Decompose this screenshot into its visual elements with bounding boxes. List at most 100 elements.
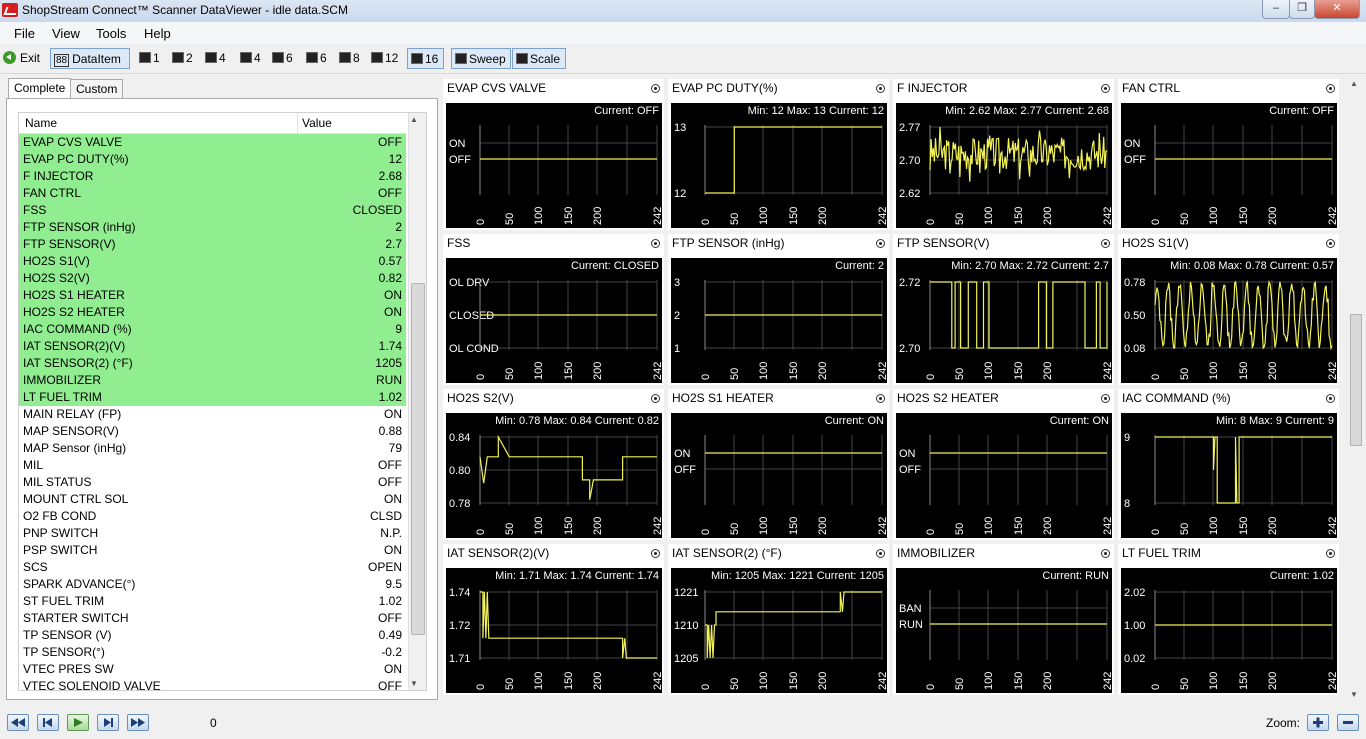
layout-2-button[interactable]: 2	[172, 48, 193, 69]
layout-4-button[interactable]: 4	[205, 48, 226, 69]
zoom-out-button[interactable]	[1337, 714, 1359, 731]
scroll-down-icon[interactable]: ▼	[1350, 690, 1358, 699]
maximize-button[interactable]: ❐	[1289, 0, 1315, 19]
chart-options-icon[interactable]	[1101, 549, 1110, 558]
rewind-button[interactable]	[7, 714, 29, 731]
scale-button[interactable]: Scale	[512, 48, 566, 69]
chart-panel[interactable]: FAN CTRL Current: OFF ON OFF 0 50 100 150 200 242	[1118, 79, 1339, 230]
layout-6b-button[interactable]: 6	[306, 48, 327, 69]
list-item[interactable]: STARTER SWITCH OFF	[19, 610, 406, 627]
chart-panel[interactable]: HO2S S2 HEATER Current: ON ON OFF 0 50 100 150 2…	[893, 389, 1114, 540]
chart-panel[interactable]: FTP SENSOR (inHg) Current: 2 3 2 1 0 50 100 150 2…	[668, 234, 889, 385]
chart-options-icon[interactable]	[1326, 394, 1335, 403]
chart-panel[interactable]: EVAP PC DUTY(%) Min: 12 Max: 13 Current: …	[668, 79, 889, 230]
tab-complete[interactable]: Complete	[8, 78, 72, 100]
list-item[interactable]: EVAP CVS VALVE OFF	[19, 134, 406, 151]
chart-panel[interactable]: EVAP CVS VALVE Current: OFF ON OFF 0 50 100 150…	[443, 79, 664, 230]
chart-panel[interactable]: LT FUEL TRIM Current: 1.02 2.02 1.00 0.02 0 50…	[1118, 544, 1339, 695]
chart-panel[interactable]: FSS Current: CLOSED OL DRV CLOSED OL COND 0 50…	[443, 234, 664, 385]
list-item[interactable]: SPARK ADVANCE(°) 9.5	[19, 576, 406, 593]
minimize-button[interactable]: –	[1262, 0, 1290, 19]
list-item[interactable]: MAIN RELAY (FP) ON	[19, 406, 406, 423]
list-item[interactable]: HO2S S2 HEATER ON	[19, 304, 406, 321]
chart-options-icon[interactable]	[651, 239, 660, 248]
menu-file[interactable]: File	[14, 26, 35, 41]
list-item[interactable]: IAT SENSOR(2)(V) 1.74	[19, 338, 406, 355]
layout-4b-button[interactable]: 4	[240, 48, 261, 69]
list-item[interactable]: MAP SENSOR(V) 0.88	[19, 423, 406, 440]
chart-panel[interactable]: HO2S S1 HEATER Current: ON ON OFF 0 50 100 150 2…	[668, 389, 889, 540]
list-item[interactable]: TP SENSOR (V) 0.49	[19, 627, 406, 644]
list-item[interactable]: MIL STATUS OFF	[19, 474, 406, 491]
step-back-button[interactable]	[37, 714, 59, 731]
chart-options-icon[interactable]	[651, 549, 660, 558]
list-item[interactable]: FAN CTRL OFF	[19, 185, 406, 202]
layout-6-button[interactable]: 6	[272, 48, 293, 69]
list-item[interactable]: MOUNT CTRL SOL ON	[19, 491, 406, 508]
chart-options-icon[interactable]	[876, 239, 885, 248]
sweep-button[interactable]: Sweep	[451, 48, 511, 69]
list-item[interactable]: FTP SENSOR (inHg) 2	[19, 219, 406, 236]
list-item[interactable]: IAT SENSOR(2) (°F) 1205	[19, 355, 406, 372]
list-item[interactable]: FTP SENSOR(V) 2.7	[19, 236, 406, 253]
list-item[interactable]: IAC COMMAND (%) 9	[19, 321, 406, 338]
column-value-header[interactable]: Value	[297, 113, 332, 133]
column-name-header[interactable]: Name	[25, 116, 57, 130]
chart-scroll-thumb[interactable]	[1350, 314, 1362, 446]
layout-8-button[interactable]: 8	[339, 48, 360, 69]
layout-12-button[interactable]: 12	[371, 48, 398, 69]
exit-button[interactable]: Exit	[3, 48, 40, 69]
chart-options-icon[interactable]	[876, 84, 885, 93]
chart-panel[interactable]: HO2S S1(V) Min: 0.08 Max: 0.78 Current: 0…	[1118, 234, 1339, 385]
chart-scrollbar[interactable]: ▲ ▼	[1348, 79, 1363, 699]
play-button[interactable]	[67, 714, 89, 731]
list-item[interactable]: FSS CLOSED	[19, 202, 406, 219]
chart-options-icon[interactable]	[1101, 239, 1110, 248]
list-item[interactable]: HO2S S2(V) 0.82	[19, 270, 406, 287]
list-item[interactable]: HO2S S1(V) 0.57	[19, 253, 406, 270]
chart-options-icon[interactable]	[876, 549, 885, 558]
list-item[interactable]: ST FUEL TRIM 1.02	[19, 593, 406, 610]
close-button[interactable]: ✕	[1314, 0, 1360, 19]
list-item[interactable]: MIL OFF	[19, 457, 406, 474]
list-item[interactable]: F INJECTOR 2.68	[19, 168, 406, 185]
list-scrollbar[interactable]: ▲ ▼	[408, 113, 426, 690]
list-item[interactable]: TP SENSOR(°) -0.2	[19, 644, 406, 661]
dataitem-button[interactable]: 88 DataItem	[50, 48, 130, 69]
zoom-in-button[interactable]	[1307, 714, 1329, 731]
step-forward-button[interactable]	[97, 714, 119, 731]
list-item[interactable]: LT FUEL TRIM 1.02	[19, 389, 406, 406]
menu-help[interactable]: Help	[144, 26, 171, 41]
chart-options-icon[interactable]	[1326, 549, 1335, 558]
menu-tools[interactable]: Tools	[96, 26, 126, 41]
scroll-down-icon[interactable]: ▼	[410, 679, 418, 688]
chart-options-icon[interactable]	[651, 84, 660, 93]
list-item[interactable]: MAP Sensor (inHg) 79	[19, 440, 406, 457]
chart-panel[interactable]: F INJECTOR Min: 2.62 Max: 2.77 Current: 2…	[893, 79, 1114, 230]
chart-options-icon[interactable]	[1101, 394, 1110, 403]
chart-panel[interactable]: IAT SENSOR(2)(V) Min: 1.71 Max: 1.74 Curr…	[443, 544, 664, 695]
list-item[interactable]: IMMOBILIZER RUN	[19, 372, 406, 389]
menu-view[interactable]: View	[52, 26, 80, 41]
scroll-up-icon[interactable]: ▲	[1350, 79, 1358, 88]
chart-panel[interactable]: IMMOBILIZER Current: RUN BAN RUN 0 50 100 150 20…	[893, 544, 1114, 695]
chart-options-icon[interactable]	[651, 394, 660, 403]
list-item[interactable]: VTEC SOLENOID VALVE OFF	[19, 678, 406, 690]
chart-panel[interactable]: FTP SENSOR(V) Min: 2.70 Max: 2.72 Current…	[893, 234, 1114, 385]
tab-custom[interactable]: Custom	[70, 79, 124, 99]
chart-options-icon[interactable]	[876, 394, 885, 403]
list-scroll-thumb[interactable]	[411, 283, 425, 635]
layout-16-button[interactable]: 16	[407, 48, 444, 69]
list-item[interactable]: PSP SWITCH ON	[19, 542, 406, 559]
list-item[interactable]: EVAP PC DUTY(%) 12	[19, 151, 406, 168]
layout-1-button[interactable]: 1	[139, 48, 160, 69]
scroll-up-icon[interactable]: ▲	[410, 115, 418, 124]
list-item[interactable]: HO2S S1 HEATER ON	[19, 287, 406, 304]
chart-options-icon[interactable]	[1101, 84, 1110, 93]
chart-options-icon[interactable]	[1326, 239, 1335, 248]
fast-forward-button[interactable]	[127, 714, 149, 731]
list-item[interactable]: O2 FB COND CLSD	[19, 508, 406, 525]
list-item[interactable]: SCS OPEN	[19, 559, 406, 576]
list-item[interactable]: PNP SWITCH N.P.	[19, 525, 406, 542]
chart-panel[interactable]: IAC COMMAND (%) Min: 8 Max: 9 Current: 9 9…	[1118, 389, 1339, 540]
